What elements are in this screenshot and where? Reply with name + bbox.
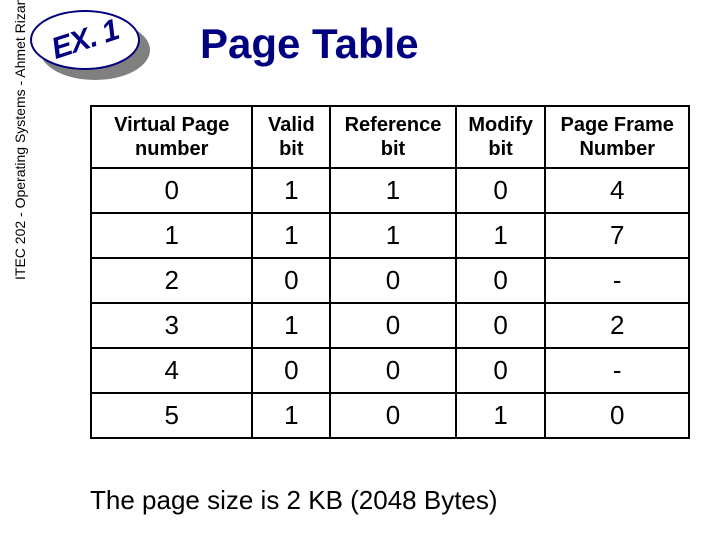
cell: 0	[330, 258, 456, 303]
cell: -	[545, 348, 689, 393]
badge-text: EX. 1	[47, 13, 123, 66]
cell: 1	[456, 213, 546, 258]
cell: -	[545, 258, 689, 303]
page-size-note: The page size is 2 KB (2048 Bytes)	[90, 485, 498, 516]
cell: 2	[91, 258, 252, 303]
cell: 1	[330, 168, 456, 213]
table-header-row: Virtual Page number Valid bit Reference …	[91, 106, 689, 168]
cell: 3	[91, 303, 252, 348]
table-row: 0 1 1 0 4	[91, 168, 689, 213]
sidebar-label: ITEC 202 - Operating Systems - Ahmet Riz…	[12, 0, 28, 280]
cell: 7	[545, 213, 689, 258]
th-modify-bit: Modify bit	[456, 106, 546, 168]
cell: 4	[91, 348, 252, 393]
cell: 0	[91, 168, 252, 213]
table-row: 1 1 1 1 7	[91, 213, 689, 258]
cell: 1	[330, 213, 456, 258]
cell: 0	[545, 393, 689, 438]
table-row: 3 1 0 0 2	[91, 303, 689, 348]
cell: 5	[91, 393, 252, 438]
cell: 0	[456, 303, 546, 348]
page-title: Page Table	[200, 20, 419, 68]
cell: 1	[252, 168, 330, 213]
page-table-wrap: Virtual Page number Valid bit Reference …	[90, 105, 690, 439]
cell: 0	[456, 348, 546, 393]
table-row: 2 0 0 0 -	[91, 258, 689, 303]
badge-oval: EX. 1	[30, 10, 140, 70]
th-virtual-page: Virtual Page number	[91, 106, 252, 168]
cell: 0	[456, 258, 546, 303]
cell: 2	[545, 303, 689, 348]
cell: 0	[330, 303, 456, 348]
cell: 1	[252, 303, 330, 348]
course-credit-sidebar: ITEC 202 - Operating Systems - Ahmet Riz…	[12, 0, 28, 280]
cell: 1	[252, 213, 330, 258]
cell: 1	[456, 393, 546, 438]
th-valid-bit: Valid bit	[252, 106, 330, 168]
cell: 0	[456, 168, 546, 213]
cell: 0	[252, 258, 330, 303]
table-row: 5 1 0 1 0	[91, 393, 689, 438]
page-table: Virtual Page number Valid bit Reference …	[90, 105, 690, 439]
cell: 1	[91, 213, 252, 258]
cell: 0	[330, 393, 456, 438]
cell: 0	[330, 348, 456, 393]
th-page-frame: Page Frame Number	[545, 106, 689, 168]
table-row: 4 0 0 0 -	[91, 348, 689, 393]
cell: 4	[545, 168, 689, 213]
th-reference-bit: Reference bit	[330, 106, 456, 168]
cell: 1	[252, 393, 330, 438]
exercise-badge: EX. 1	[30, 10, 160, 90]
cell: 0	[252, 348, 330, 393]
